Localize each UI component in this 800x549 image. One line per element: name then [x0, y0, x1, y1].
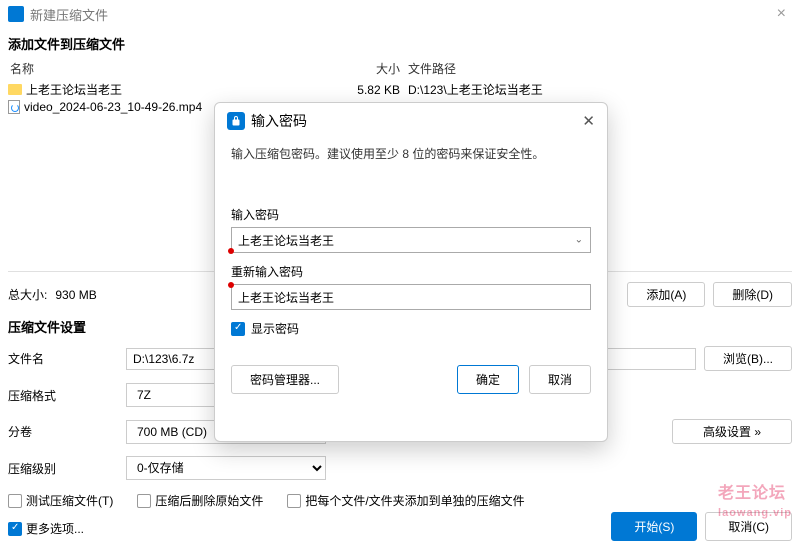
- dialog-close-button[interactable]: ✕: [582, 112, 595, 130]
- show-password-checkbox[interactable]: [231, 322, 245, 336]
- app-icon: [8, 6, 24, 22]
- total-size-label: 总大小:: [8, 286, 47, 303]
- more-options-label: 更多选项...: [26, 520, 84, 537]
- checkbox-icon: [287, 494, 301, 508]
- remove-button[interactable]: 删除(D): [713, 282, 792, 307]
- separate-archives-checkbox[interactable]: 把每个文件/文件夹添加到单独的压缩文件: [287, 492, 524, 509]
- checkbox-icon: [8, 494, 22, 508]
- confirm-password-input[interactable]: [231, 284, 591, 310]
- checkbox-label: 压缩后删除原始文件: [155, 492, 263, 509]
- chevron-down-icon: [8, 522, 22, 536]
- format-label: 压缩格式: [8, 387, 118, 404]
- dialog-cancel-button[interactable]: 取消: [529, 365, 591, 394]
- file-row[interactable]: 上老王论坛当老王 5.82 KB D:\123\上老王论坛当老王: [8, 80, 792, 99]
- dialog-title: 输入密码: [251, 111, 582, 131]
- password-dialog: 输入密码 ✕ 输入压缩包密码。建议使用至少 8 位的密码来保证安全性。 输入密码…: [214, 102, 608, 442]
- col-header-size[interactable]: 大小: [348, 60, 408, 77]
- file-name: 上老王论坛当老王: [26, 81, 122, 98]
- video-file-icon: [8, 100, 20, 114]
- file-path: D:\123\上老王论坛当老王: [408, 81, 792, 98]
- ok-button[interactable]: 确定: [457, 365, 519, 394]
- advanced-button[interactable]: 高级设置 »: [672, 419, 792, 444]
- test-archive-checkbox[interactable]: 测试压缩文件(T): [8, 492, 113, 509]
- col-header-name[interactable]: 名称: [8, 60, 348, 77]
- show-password-label: 显示密码: [251, 320, 299, 337]
- checkbox-label: 测试压缩文件(T): [26, 492, 113, 509]
- section-add-files-header: 添加文件到压缩文件: [0, 28, 800, 57]
- file-size: 5.82 KB: [348, 83, 408, 97]
- cancel-button[interactable]: 取消(C): [705, 512, 792, 541]
- browse-button[interactable]: 浏览(B)...: [704, 346, 792, 371]
- start-button[interactable]: 开始(S): [611, 512, 697, 541]
- file-name: video_2024-06-23_10-49-26.mp4: [24, 100, 202, 114]
- confirm-password-label: 重新输入密码: [231, 263, 591, 280]
- chevron-down-icon[interactable]: ⌄: [575, 235, 583, 246]
- split-label: 分卷: [8, 423, 118, 440]
- window-title: 新建压缩文件: [30, 5, 771, 24]
- col-header-path[interactable]: 文件路径: [408, 60, 792, 77]
- checkbox-label: 把每个文件/文件夹添加到单独的压缩文件: [305, 492, 524, 509]
- add-button[interactable]: 添加(A): [627, 282, 705, 307]
- level-select[interactable]: 0-仅存储: [126, 456, 326, 480]
- more-options-toggle[interactable]: 更多选项...: [8, 520, 84, 537]
- filename-label: 文件名: [8, 350, 118, 367]
- lock-icon: [227, 112, 245, 130]
- dialog-description: 输入压缩包密码。建议使用至少 8 位的密码来保证安全性。: [231, 145, 591, 206]
- delete-after-checkbox[interactable]: 压缩后删除原始文件: [137, 492, 263, 509]
- password-input[interactable]: [231, 227, 591, 253]
- password-label: 输入密码: [231, 206, 591, 223]
- folder-icon: [8, 84, 22, 95]
- password-manager-button[interactable]: 密码管理器...: [231, 365, 339, 394]
- level-label: 压缩级别: [8, 460, 118, 477]
- checkbox-icon: [137, 494, 151, 508]
- filelist-header: 名称 大小 文件路径: [0, 57, 800, 80]
- window-close-button[interactable]: ×: [771, 5, 792, 23]
- window-titlebar: 新建压缩文件 ×: [0, 0, 800, 28]
